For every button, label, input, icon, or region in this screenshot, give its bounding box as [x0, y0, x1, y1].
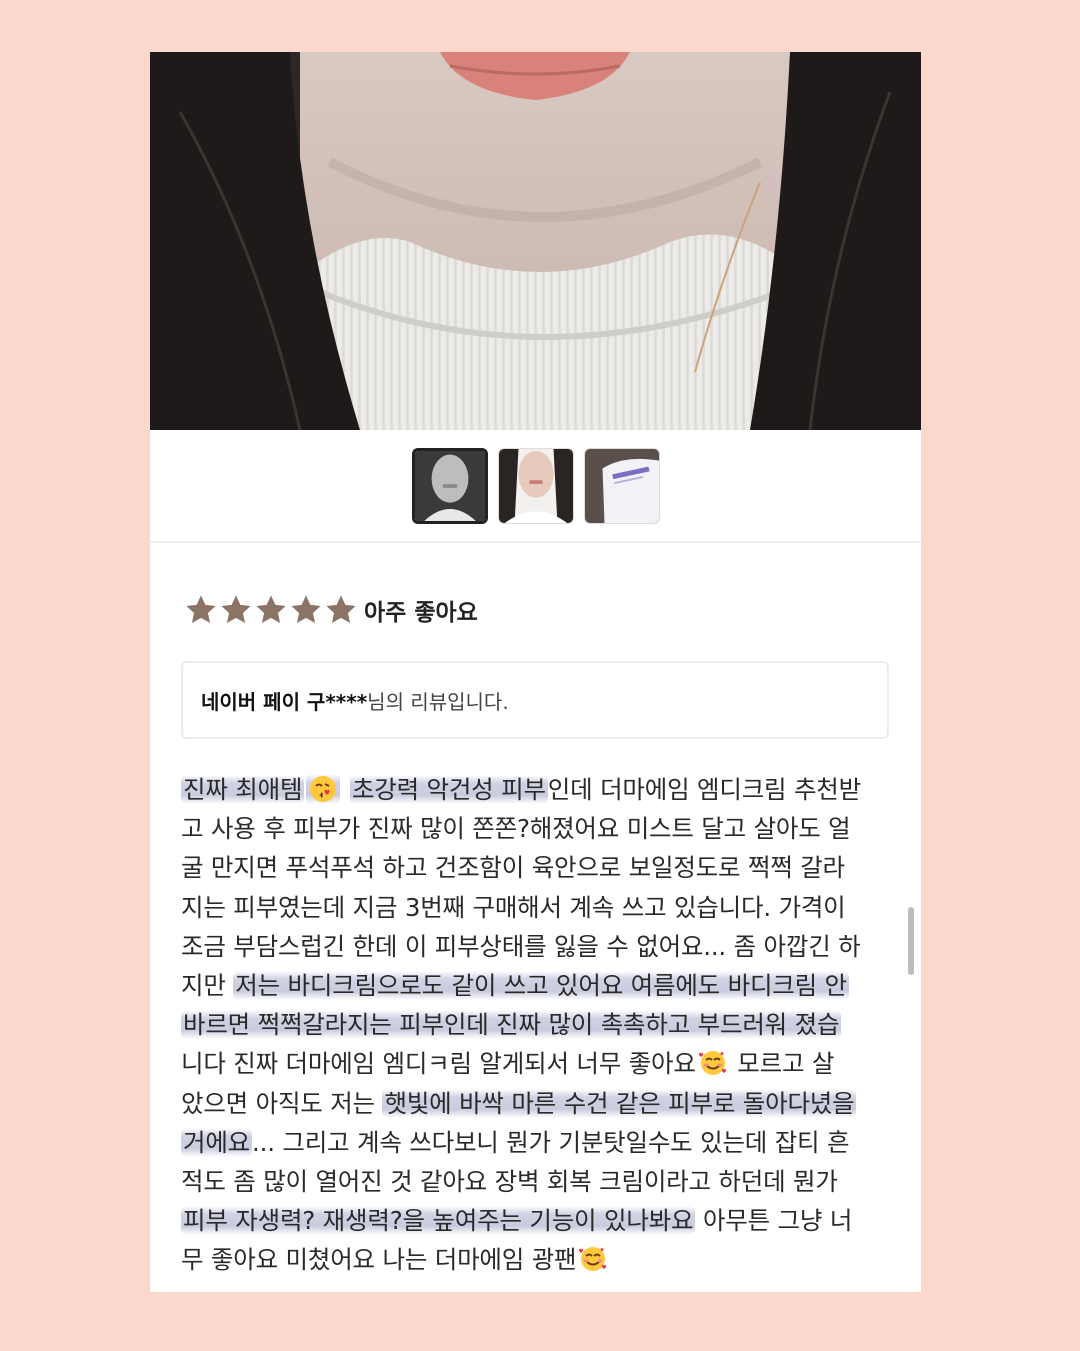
review-text: 아무튼 그냥 너 [695, 1206, 853, 1236]
review-line: 바르면 쩍쩍갈라지는 피부인데 진짜 많이 촉촉하고 부드러워 졌습 [181, 1005, 901, 1044]
review-card: 아주 좋아요 네이버 페이 구**** 님의 리뷰입니다. 진짜 최애템 초강력 … [150, 52, 921, 1292]
review-text: 무 좋아요 미쳤어요 나는 더마에임 광팬 [181, 1245, 577, 1275]
scrollbar-thumb[interactable] [908, 907, 914, 975]
star-icon [184, 593, 218, 627]
review-text: 조금 부담스럽긴 한데 이 피부상태를 잃을 수 없어요... 좀 아깝긴 하 [181, 931, 861, 961]
review-line: 피부 자생력? 재생력?을 높여주는 기능이 있나봐요 아무튼 그냥 너 [181, 1201, 901, 1240]
review-text-highlighted: 초강력 악건성 피부 [349, 775, 548, 804]
review-text: 적도 좀 많이 열어진 것 같아요 장벽 회복 크림이라고 하던데 뭔가 [181, 1166, 838, 1196]
review-text-highlighted: 저는 바디크림으로도 같이 쓰고 있어요 여름에도 바디크림 안 [233, 970, 849, 1000]
review-line: 지만 저는 바디크림으로도 같이 쓰고 있어요 여름에도 바디크림 안 [181, 966, 901, 1005]
review-body: 진짜 최애템 초강력 악건성 피부인데 더마에임 엠디크림 추천받 고 사용 후… [181, 770, 901, 1279]
reviewer-suffix: 님의 리뷰입니다. [367, 689, 509, 714]
review-text-highlighted: 햇빛에 바싹 마른 수건 같은 피부로 돌아다녔을 [382, 1088, 857, 1118]
rating-row: 아주 좋아요 [184, 593, 478, 627]
review-text: 았으면 아직도 저는 [181, 1088, 383, 1118]
review-text: ... 그리고 계속 쓰다보니 뭔가 기분탓일수도 있는데 잡티 흔 [252, 1127, 850, 1157]
review-line: 거에요... 그리고 계속 쓰다보니 뭔가 기분탓일수도 있는데 잡티 흔 [181, 1123, 901, 1162]
reviewer-info-box: 네이버 페이 구**** 님의 리뷰입니다. [181, 661, 889, 739]
review-text-highlighted: 거에요 [181, 1127, 253, 1157]
kiss-emoji-icon [306, 774, 341, 804]
rating-label: 아주 좋아요 [364, 600, 478, 626]
review-line: 고 사용 후 피부가 진짜 많이 쫀쫀?해졌어요 미스트 달고 살아도 얼 [181, 809, 901, 848]
smiling-face-with-hearts-icon [698, 1048, 728, 1078]
review-text: 굴 만지면 푸석푸석 하고 건조함이 육안으로 보일정도로 쩍쩍 갈라 [181, 853, 845, 883]
review-text: 모르고 살 [729, 1049, 835, 1079]
star-icon [254, 593, 288, 627]
review-line: 적도 좀 많이 열어진 것 같아요 장벽 회복 크림이라고 하던데 뭔가 [181, 1162, 901, 1201]
review-text: 지만 [181, 970, 234, 1000]
smiling-face-with-hearts-icon [578, 1244, 608, 1274]
photo-thumbnail-3[interactable] [583, 448, 660, 524]
review-text-highlighted: 진짜 최애템 [181, 775, 305, 804]
star-icon [324, 593, 358, 627]
review-line: 았으면 아직도 저는 햇빛에 바싹 마른 수건 같은 피부로 돌아다녔을 [181, 1084, 901, 1123]
review-text-highlighted: 바르면 쩍쩍갈라지는 피부인데 진짜 많이 촉촉하고 부드러워 졌습 [181, 1010, 842, 1040]
section-divider [150, 541, 921, 543]
review-text: 고 사용 후 피부가 진짜 많이 쫀쫀?해졌어요 미스트 달고 살아도 얼 [181, 814, 851, 844]
review-line: 니다 진짜 더마에임 엠디ㅋ림 알게되서 너무 좋아요 모르고 살 [181, 1044, 901, 1083]
review-line: 지는 피부였는데 지금 3번째 구매해서 계속 쓰고 있습니다. 가격이 [181, 888, 901, 927]
review-line: 조금 부담스럽긴 한데 이 피부상태를 잃을 수 없어요... 좀 아깝긴 하 [181, 927, 901, 966]
review-text: 지는 피부였는데 지금 3번째 구매해서 계속 쓰고 있습니다. 가격이 [181, 892, 846, 922]
review-main-photo[interactable] [150, 52, 921, 430]
star-icon [289, 593, 323, 627]
star-icon [219, 593, 253, 627]
review-text [342, 775, 350, 804]
photo-thumbnail-strip [150, 448, 921, 524]
review-line: 굴 만지면 푸석푸석 하고 건조함이 육안으로 보일정도로 쩍쩍 갈라 [181, 848, 901, 887]
review-line: 진짜 최애템 초강력 악건성 피부인데 더마에임 엠디크림 추천받 [181, 770, 901, 809]
photo-thumbnail-2[interactable] [497, 448, 574, 524]
review-text: 인데 더마에임 엠디크림 추천받 [547, 775, 861, 804]
reviewer-name: 네이버 페이 구**** [201, 689, 368, 714]
star-rating [184, 593, 358, 627]
review-line: 무 좋아요 미쳤어요 나는 더마에임 광팬 [181, 1240, 901, 1279]
review-text: 니다 진짜 더마에임 엠디ㅋ림 알게되서 너무 좋아요 [181, 1049, 696, 1079]
review-text-highlighted: 피부 자생력? 재생력?을 높여주는 기능이 있나봐요 [181, 1206, 696, 1236]
photo-thumbnail-1[interactable] [411, 448, 488, 524]
